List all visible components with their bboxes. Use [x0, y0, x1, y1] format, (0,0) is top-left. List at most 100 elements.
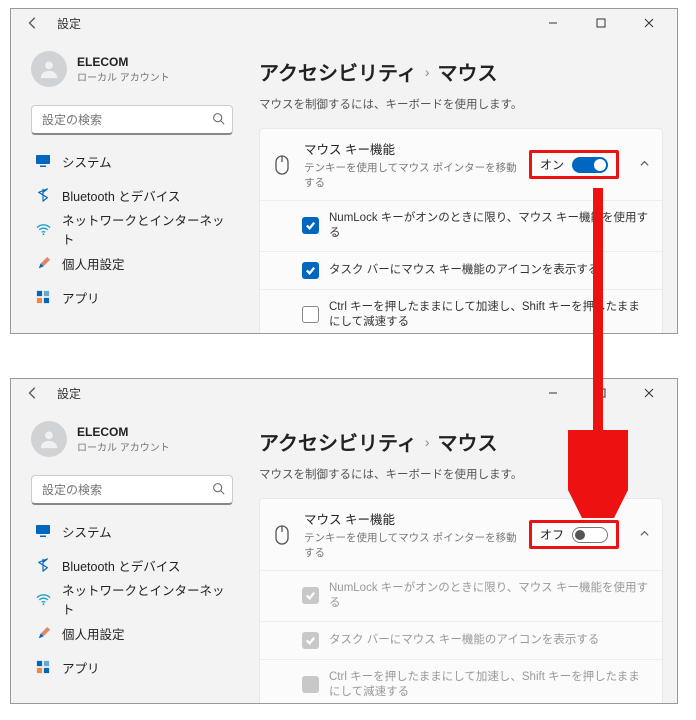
breadcrumb: アクセシビリティ › マウス — [259, 45, 663, 86]
nav-label: 個人用設定 — [62, 254, 125, 273]
toggle-state-label: オン — [540, 156, 564, 173]
apps-icon — [35, 289, 51, 305]
brush-icon — [35, 255, 51, 271]
monitor-icon — [35, 153, 51, 169]
option-label: NumLock キーがオンのときに限り、マウス キー機能を使用する — [329, 211, 650, 241]
nav-label: アプリ — [62, 658, 100, 677]
checkbox-disabled — [302, 632, 319, 649]
checkbox-disabled — [302, 587, 319, 604]
chevron-up-icon[interactable] — [639, 528, 650, 542]
nav-list: システム Bluetooth とデバイス ネットワークとインターネット 個人用設… — [27, 145, 237, 313]
close-button[interactable] — [629, 379, 669, 407]
maximize-button[interactable] — [581, 379, 621, 407]
nav-system[interactable]: システム — [27, 515, 237, 547]
bluetooth-icon — [35, 187, 51, 203]
card-header[interactable]: マウス キー機能 テンキーを使用してマウス ポインターを移動する オン — [260, 129, 662, 200]
nav-apps[interactable]: アプリ — [27, 651, 237, 683]
minimize-button[interactable] — [533, 9, 573, 37]
mouse-keys-toggle[interactable] — [572, 527, 608, 543]
sidebar: ELECOM ローカル アカウント システム Bluetooth とデバイス — [11, 407, 241, 704]
mouse-icon — [272, 525, 292, 545]
mouse-keys-card: マウス キー機能 テンキーを使用してマウス ポインターを移動する オフ NumL… — [259, 498, 663, 704]
account-block[interactable]: ELECOM ローカル アカウント — [27, 41, 237, 103]
back-button[interactable] — [23, 13, 43, 33]
account-name: ELECOM — [77, 425, 170, 439]
option-numlock: NumLock キーがオンのときに限り、マウス キー機能を使用する — [260, 570, 662, 621]
apps-icon — [35, 659, 51, 675]
checkbox-checked[interactable] — [302, 217, 319, 234]
option-ctrlshift: Ctrl キーを押したままにして加速し、Shift キーを押したままにして減速す… — [260, 659, 662, 704]
page-description: マウスを制御するには、キーボードを使用します。 — [259, 466, 663, 482]
window-title: 設定 — [57, 385, 81, 402]
option-label: NumLock キーがオンのときに限り、マウス キー機能を使用する — [329, 581, 650, 611]
close-button[interactable] — [629, 9, 669, 37]
mouse-keys-toggle[interactable] — [572, 157, 608, 173]
option-taskbar[interactable]: タスク バーにマウス キー機能のアイコンを表示する — [260, 251, 662, 289]
window-title: 設定 — [57, 15, 81, 32]
page-description: マウスを制御するには、キーボードを使用します。 — [259, 96, 663, 112]
checkbox-unchecked[interactable] — [302, 306, 319, 323]
card-header[interactable]: マウス キー機能 テンキーを使用してマウス ポインターを移動する オフ — [260, 499, 662, 570]
maximize-button[interactable] — [581, 9, 621, 37]
chevron-right-icon: › — [425, 434, 430, 450]
account-sub: ローカル アカウント — [77, 439, 170, 454]
search-box — [31, 105, 233, 135]
option-ctrlshift[interactable]: Ctrl キーを押したままにして加速し、Shift キーを押したままにして減速す… — [260, 289, 662, 334]
option-label: Ctrl キーを押したままにして加速し、Shift キーを押したままにして減速す… — [329, 300, 650, 330]
card-subtitle: テンキーを使用してマウス ポインターを移動する — [304, 160, 517, 190]
checkbox-checked[interactable] — [302, 262, 319, 279]
nav-network[interactable]: ネットワークとインターネット — [27, 213, 237, 245]
card-title: マウス キー機能 — [304, 509, 517, 528]
nav-network[interactable]: ネットワークとインターネット — [27, 583, 237, 615]
mouse-icon — [272, 155, 292, 175]
nav-system[interactable]: システム — [27, 145, 237, 177]
brush-icon — [35, 625, 51, 641]
breadcrumb-current: マウス — [437, 57, 497, 86]
sidebar: ELECOM ローカル アカウント システム Bluetooth とデバイス — [11, 37, 241, 334]
minimize-button[interactable] — [533, 379, 573, 407]
settings-window-on: 設定 ELECOM ローカル アカウント — [10, 8, 678, 334]
avatar-icon — [31, 421, 67, 457]
nav-personalization[interactable]: 個人用設定 — [27, 247, 237, 279]
breadcrumb-parent[interactable]: アクセシビリティ — [259, 57, 417, 86]
search-icon — [212, 482, 225, 498]
wifi-icon — [35, 591, 51, 607]
search-input[interactable] — [31, 475, 233, 505]
settings-window-off: 設定 ELECOM ローカル アカウント — [10, 378, 678, 704]
option-numlock[interactable]: NumLock キーがオンのときに限り、マウス キー機能を使用する — [260, 200, 662, 251]
nav-personalization[interactable]: 個人用設定 — [27, 617, 237, 649]
wifi-icon — [35, 221, 51, 237]
nav-label: Bluetooth とデバイス — [62, 186, 180, 205]
titlebar: 設定 — [11, 9, 677, 37]
nav-label: ネットワークとインターネット — [62, 580, 229, 618]
mouse-keys-card: マウス キー機能 テンキーを使用してマウス ポインターを移動する オン NumL… — [259, 128, 663, 334]
nav-bluetooth[interactable]: Bluetooth とデバイス — [27, 179, 237, 211]
avatar-icon — [31, 51, 67, 87]
account-name: ELECOM — [77, 55, 170, 69]
account-block[interactable]: ELECOM ローカル アカウント — [27, 411, 237, 473]
option-label: タスク バーにマウス キー機能のアイコンを表示する — [329, 633, 599, 648]
back-button[interactable] — [23, 383, 43, 403]
nav-label: ネットワークとインターネット — [62, 210, 229, 248]
breadcrumb-current: マウス — [437, 427, 497, 456]
breadcrumb: アクセシビリティ › マウス — [259, 415, 663, 456]
search-input[interactable] — [31, 105, 233, 135]
toggle-state-label: オフ — [540, 526, 564, 543]
main-content: アクセシビリティ › マウス マウスを制御するには、キーボードを使用します。 マ… — [241, 37, 677, 334]
card-subtitle: テンキーを使用してマウス ポインターを移動する — [304, 530, 517, 560]
nav-label: システム — [62, 152, 112, 171]
nav-bluetooth[interactable]: Bluetooth とデバイス — [27, 549, 237, 581]
breadcrumb-parent[interactable]: アクセシビリティ — [259, 427, 417, 456]
option-label: タスク バーにマウス キー機能のアイコンを表示する — [329, 263, 599, 278]
chevron-up-icon[interactable] — [639, 158, 650, 172]
search-icon — [212, 112, 225, 128]
nav-label: Bluetooth とデバイス — [62, 556, 180, 575]
option-taskbar: タスク バーにマウス キー機能のアイコンを表示する — [260, 621, 662, 659]
nav-apps[interactable]: アプリ — [27, 281, 237, 313]
callout-box-on: オン — [529, 150, 619, 179]
nav-label: システム — [62, 522, 112, 541]
main-content: アクセシビリティ › マウス マウスを制御するには、キーボードを使用します。 マ… — [241, 407, 677, 704]
checkbox-disabled — [302, 676, 319, 693]
search-box — [31, 475, 233, 505]
monitor-icon — [35, 523, 51, 539]
